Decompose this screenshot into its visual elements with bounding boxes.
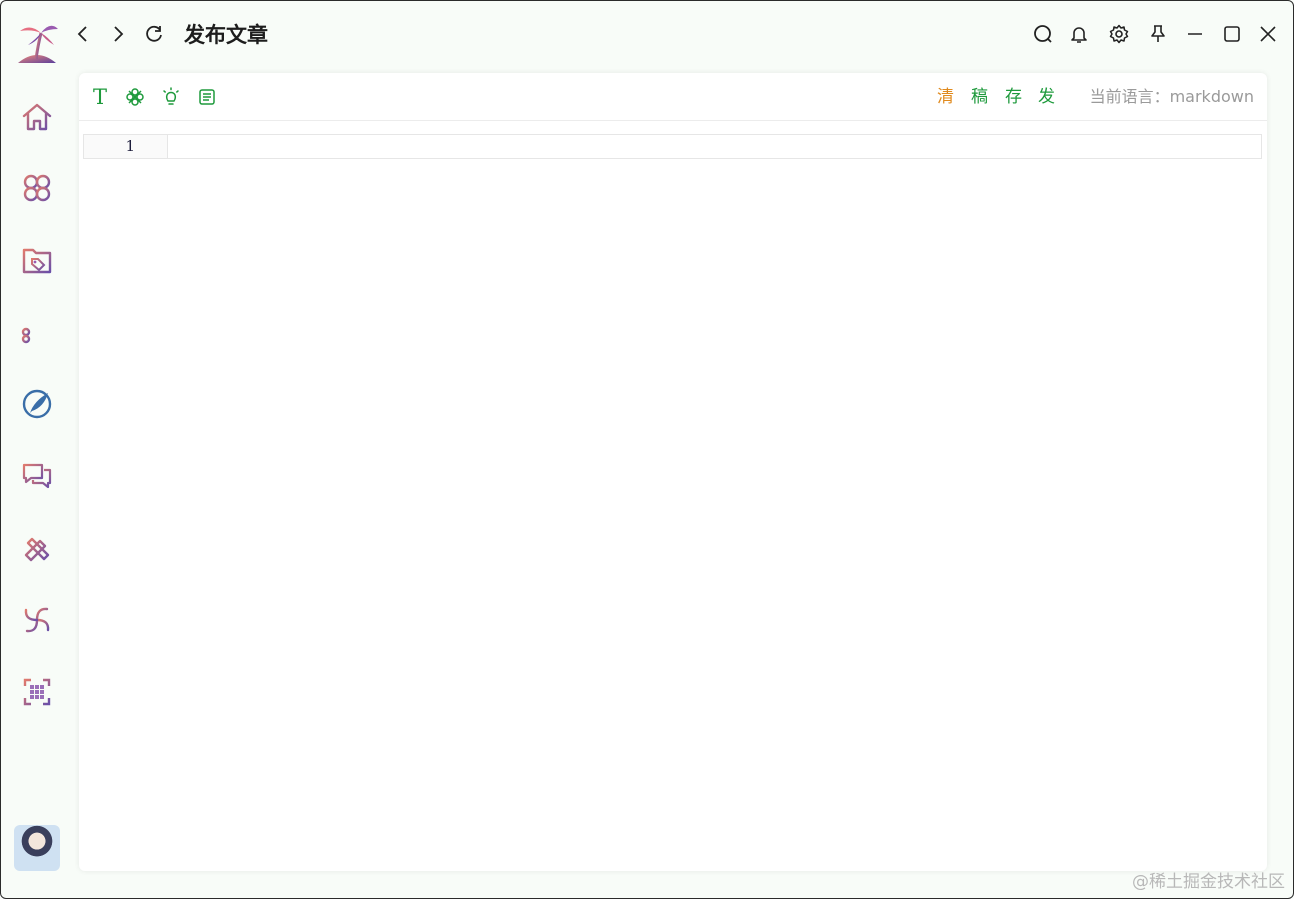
spiral-icon xyxy=(24,607,50,633)
chevron-right-icon xyxy=(114,26,124,42)
sidebar-item-scan[interactable] xyxy=(17,672,57,712)
search-icon xyxy=(1034,25,1052,43)
line-gutter: 1 xyxy=(84,135,168,158)
pin-icon xyxy=(1151,25,1165,42)
forward-button[interactable] xyxy=(105,21,131,47)
text-icon: T xyxy=(92,85,107,109)
chevron-left-icon xyxy=(77,26,87,42)
close-icon xyxy=(1260,26,1276,42)
back-button[interactable] xyxy=(70,21,96,47)
grid-scan-icon xyxy=(23,678,51,706)
home-icon xyxy=(22,103,52,131)
language-label: 当前语言：markdown xyxy=(1089,87,1254,106)
close-button[interactable] xyxy=(1255,21,1281,47)
flower-icon xyxy=(126,88,144,106)
editor-toolbar: T 清 稿 存 发 当前语言：markdown xyxy=(79,73,1267,121)
bulb-icon xyxy=(163,87,179,105)
sidebar-item-home[interactable] xyxy=(17,97,57,137)
sidebar-item-apps[interactable] xyxy=(17,168,57,208)
template-tool-button[interactable] xyxy=(195,85,219,109)
publish-button[interactable]: 发 xyxy=(1038,85,1055,109)
refresh-icon xyxy=(146,25,162,42)
code-line[interactable] xyxy=(170,135,1261,158)
document-icon xyxy=(199,89,215,105)
search-button[interactable] xyxy=(1030,21,1056,47)
page-title: 发布文章 xyxy=(184,23,268,47)
line-number: 1 xyxy=(125,137,135,155)
gear-icon xyxy=(1109,24,1129,44)
sidebar-item-write[interactable] xyxy=(17,384,57,424)
bell-icon xyxy=(1071,27,1087,43)
save-button[interactable]: 存 xyxy=(1005,85,1022,109)
palm-logo-icon xyxy=(18,25,58,63)
pen-edit-icon xyxy=(22,389,52,419)
clear-button[interactable]: 清 xyxy=(937,85,954,109)
text-tool-button[interactable]: T xyxy=(88,85,112,109)
tag-folder-icon xyxy=(22,248,52,274)
draft-button[interactable]: 稿 xyxy=(971,85,988,109)
pin-button[interactable] xyxy=(1145,21,1171,47)
app-logo xyxy=(14,19,60,65)
sidebar xyxy=(1,1,73,898)
sidebar-item-tags[interactable] xyxy=(17,240,57,280)
minimize-button[interactable] xyxy=(1182,21,1208,47)
notifications-button[interactable] xyxy=(1066,21,1092,47)
editor-card: T 清 稿 存 发 当前语言：markdown 1 xyxy=(79,73,1267,871)
minimize-icon xyxy=(1188,33,1202,35)
apps-icon xyxy=(23,174,51,202)
maximize-button[interactable] xyxy=(1219,21,1245,47)
app-window: 发布文章 T 清 稿 存 发 当前语言：markdown 1 @稀土掘金技术社区 xyxy=(0,0,1294,899)
tips-tool-button[interactable] xyxy=(159,85,183,109)
chat-icon xyxy=(22,463,52,489)
refresh-button[interactable] xyxy=(141,21,167,47)
sidebar-item-tools[interactable] xyxy=(17,528,57,568)
watermark: @稀土掘金技术社区 xyxy=(1132,872,1285,892)
settings-button[interactable] xyxy=(1106,21,1132,47)
code-editor[interactable]: 1 xyxy=(83,134,1262,159)
title-bar: 发布文章 xyxy=(73,1,1293,67)
list-filter-icon xyxy=(21,321,51,345)
sidebar-item-filters[interactable] xyxy=(17,312,57,352)
sidebar-item-discover[interactable] xyxy=(17,600,57,640)
user-avatar[interactable] xyxy=(14,825,60,871)
sidebar-item-chat[interactable] xyxy=(17,456,57,496)
maximize-icon xyxy=(1224,26,1240,42)
emoji-tool-button[interactable] xyxy=(123,85,147,109)
tools-icon xyxy=(24,537,50,562)
